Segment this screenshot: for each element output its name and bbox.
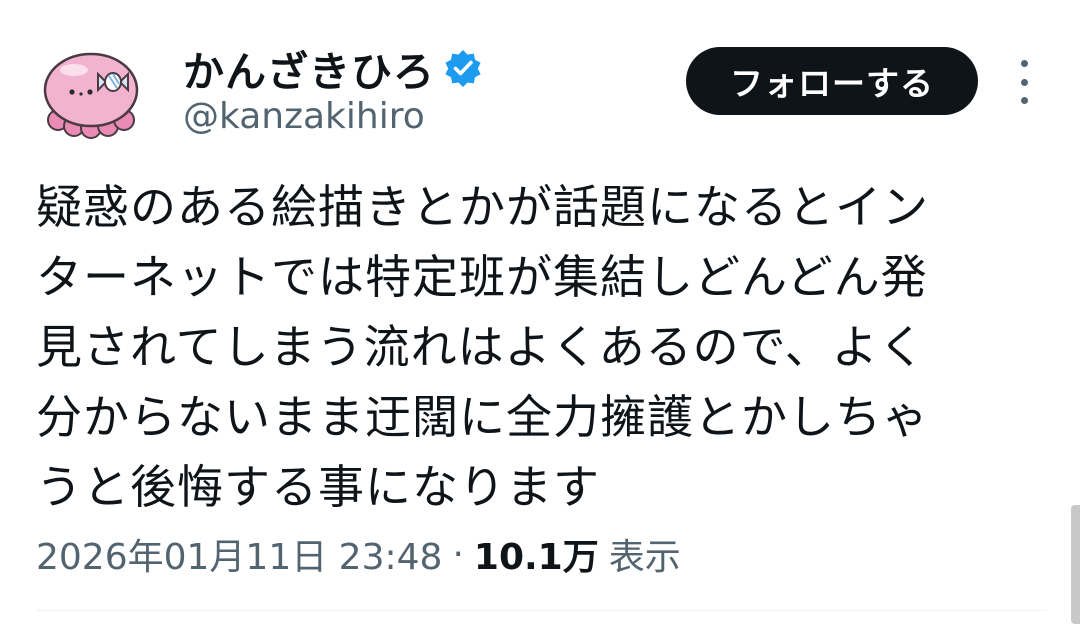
tweet-text: 疑惑のある絵描きとかが話題になるとイン ターネットでは特定班が集結しどんどん発 … bbox=[36, 180, 929, 514]
avatar[interactable] bbox=[36, 40, 146, 140]
tweet-card: かんざきひろ @kanzakihiro フォローする 疑惑のある絵描きとかが話題… bbox=[0, 0, 1080, 624]
tweet-meta: 2026年01月11日 23:48 · 10.1万 表示 bbox=[36, 528, 681, 580]
scrollbar[interactable] bbox=[1071, 505, 1080, 624]
tweet-timestamp[interactable]: 2026年01月11日 23:48 bbox=[36, 528, 442, 580]
author-name-row: かんざきひろ bbox=[183, 42, 483, 96]
views-label: 表示 bbox=[608, 537, 681, 578]
follow-button[interactable]: フォローする bbox=[686, 47, 978, 115]
views-count: 10.1万 bbox=[473, 537, 599, 578]
more-dot bbox=[1020, 78, 1028, 86]
author-handle[interactable]: @kanzakihiro bbox=[183, 96, 425, 137]
avatar-icon bbox=[43, 52, 139, 139]
more-dot bbox=[1020, 97, 1028, 104]
meta-separator: · bbox=[452, 533, 464, 575]
more-dot bbox=[1020, 60, 1028, 67]
more-vertical-icon[interactable] bbox=[1010, 60, 1038, 104]
divider bbox=[36, 610, 1046, 611]
author-display-name[interactable]: かんざきひろ bbox=[183, 38, 435, 98]
verified-badge-icon bbox=[443, 48, 483, 88]
